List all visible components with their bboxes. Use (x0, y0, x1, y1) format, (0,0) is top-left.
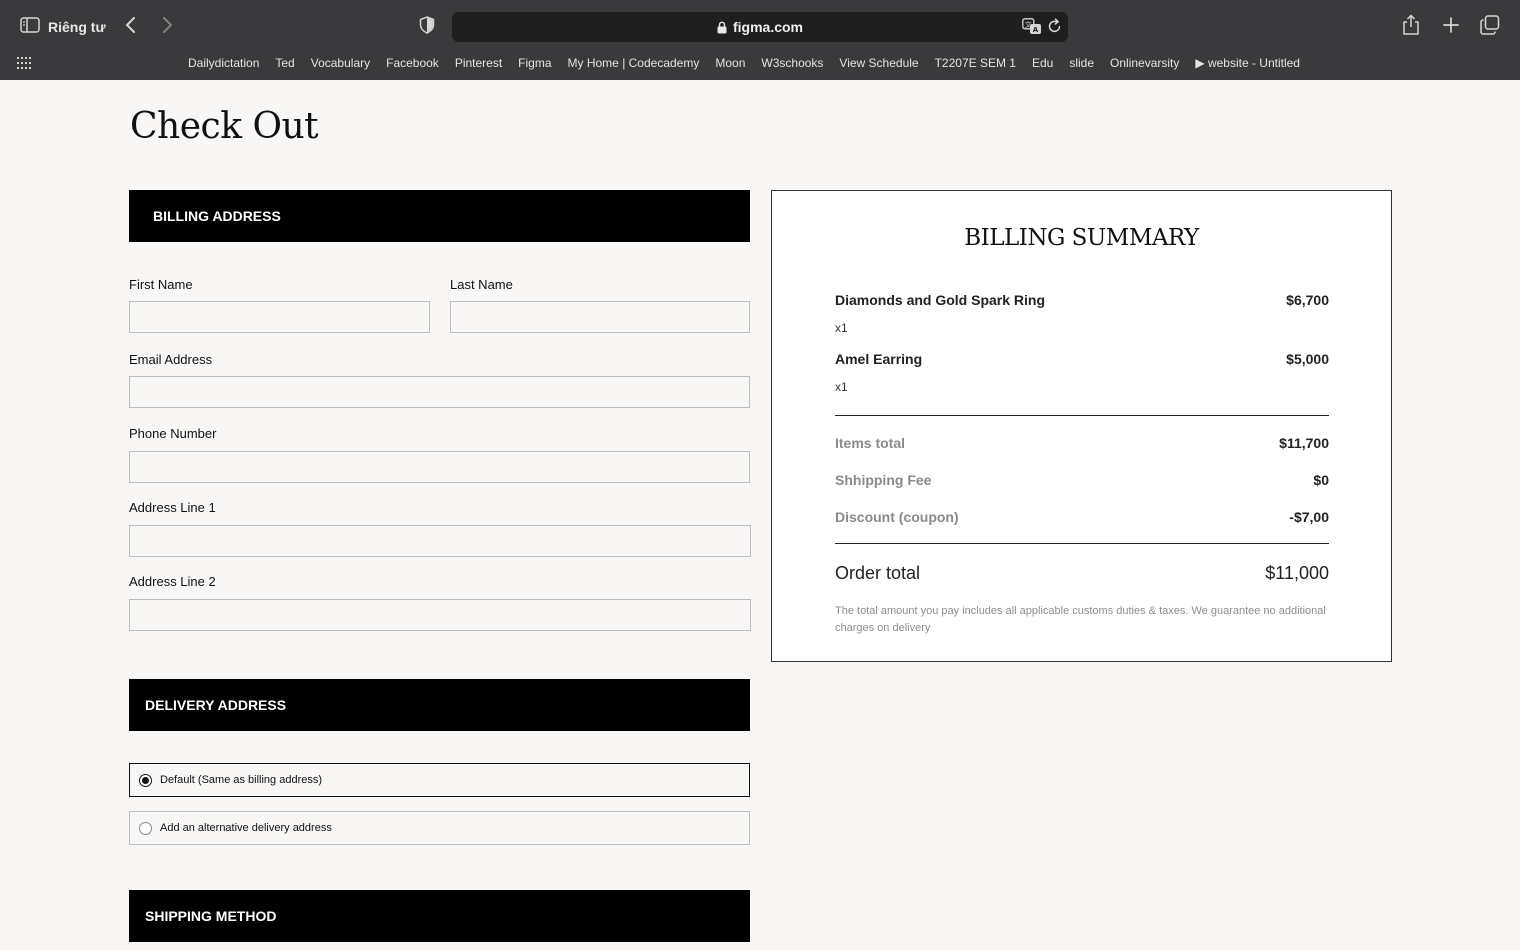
first-name-field[interactable] (129, 301, 430, 333)
shipping-fee-label: Shhipping Fee (835, 472, 932, 488)
bookmark-pinterest[interactable]: Pinterest (447, 56, 510, 70)
translate-icon[interactable]: 文A (1022, 18, 1042, 40)
tab-overview-button[interactable] (1479, 14, 1501, 40)
private-browsing-label: Riêng tư (48, 19, 106, 35)
discount-value: -$7,00 (1289, 509, 1329, 525)
bookmark-vocabulary[interactable]: Vocabulary (303, 56, 378, 70)
bookmark-dailydictation[interactable]: Dailydictation (180, 56, 267, 70)
share-icon (1402, 14, 1420, 41)
item-price: $6,700 (1286, 292, 1329, 308)
address-line-2-label: Address Line 2 (129, 574, 216, 589)
email-label: Email Address (129, 352, 213, 367)
browser-toolbar: Riêng tư figma.com 文A Dailydictation Ted… (0, 0, 1520, 80)
address-line-1-field[interactable] (129, 525, 751, 557)
address-line-2-field[interactable] (129, 599, 751, 631)
reload-icon[interactable] (1047, 18, 1062, 39)
apps-grid-icon[interactable] (16, 56, 32, 70)
items-total-value: $11,700 (1279, 435, 1329, 451)
billing-summary-title: BILLING SUMMARY (964, 225, 1199, 251)
summary-divider (835, 543, 1329, 544)
delivery-address-header: DELIVERY ADDRESS (129, 679, 750, 731)
shield-icon (419, 15, 435, 39)
shipping-method-header: SHIPPING METHOD (129, 890, 750, 942)
radio-unselected-icon[interactable] (139, 821, 152, 835)
bookmark-website-untitled[interactable]: ▶ website - Untitled (1187, 56, 1308, 70)
bookmarks-bar: Dailydictation Ted Vocabulary Facebook P… (180, 56, 1308, 70)
item-quantity: x1 (835, 321, 848, 335)
order-total-row: Order total $11,000 (835, 563, 1329, 584)
share-button[interactable] (1400, 14, 1422, 41)
bookmark-t2207e-sem1[interactable]: T2207E SEM 1 (927, 56, 1024, 70)
delivery-option-default[interactable]: Default (Same as billing address) (129, 763, 750, 797)
address-bar[interactable]: figma.com 文A (452, 12, 1068, 42)
bookmark-facebook[interactable]: Facebook (378, 56, 447, 70)
item-name: Diamonds and Gold Spark Ring (835, 292, 1046, 308)
sidebar-icon (20, 16, 40, 38)
delivery-option-label: Default (Same as billing address) (160, 774, 323, 786)
billing-address-header: BILLING ADDRESS (129, 190, 750, 242)
address-line-1-label: Address Line 1 (129, 500, 216, 515)
first-name-label: First Name (129, 277, 193, 292)
bookmark-onlinevarsity[interactable]: Onlinevarsity (1102, 56, 1187, 70)
back-button[interactable] (120, 16, 140, 38)
order-total-value: $11,000 (1265, 563, 1329, 583)
plus-icon (1442, 16, 1460, 39)
tabs-overview-icon (1480, 14, 1500, 40)
summary-divider (835, 415, 1329, 416)
billing-summary-card: BILLING SUMMARY Diamonds and Gold Spark … (771, 190, 1392, 662)
phone-label: Phone Number (129, 426, 217, 441)
page-title: Check Out (130, 106, 319, 147)
svg-text:A: A (1033, 26, 1039, 34)
sidebar-toggle-button[interactable]: Riêng tư (20, 16, 106, 38)
bookmark-figma[interactable]: Figma (510, 56, 559, 70)
tax-note: The total amount you pay includes all ap… (835, 605, 1326, 634)
bookmark-slide[interactable]: slide (1061, 56, 1102, 70)
bookmark-moon[interactable]: Moon (707, 56, 753, 70)
items-total-label: Items total (835, 435, 906, 451)
delivery-option-alternative[interactable]: Add an alternative delivery address (129, 811, 750, 845)
bookmark-codecademy[interactable]: My Home | Codecademy (560, 56, 708, 70)
bookmark-edu[interactable]: Edu (1024, 56, 1061, 70)
shipping-fee-value: $0 (1313, 472, 1329, 488)
shipping-fee-row: Shhipping Fee $0 (835, 472, 1329, 488)
summary-item-row: Amel Earring $5,000 (835, 351, 1329, 367)
radio-selected-icon[interactable] (139, 773, 152, 787)
last-name-label: Last Name (450, 277, 513, 292)
url-display: figma.com (452, 19, 1068, 37)
new-tab-button[interactable] (1440, 15, 1462, 39)
chevron-right-icon (162, 16, 174, 39)
order-total-label: Order total (835, 563, 921, 583)
email-field[interactable] (129, 376, 750, 408)
url-text: figma.com (732, 19, 803, 35)
bookmark-w3schooks[interactable]: W3schooks (753, 56, 831, 70)
summary-item-row: Diamonds and Gold Spark Ring $6,700 (835, 292, 1329, 308)
discount-row: Discount (coupon) -$7,00 (835, 509, 1329, 525)
discount-label: Discount (coupon) (835, 509, 959, 525)
lock-icon (717, 21, 727, 37)
phone-field[interactable] (129, 451, 750, 483)
forward-button[interactable] (158, 16, 178, 38)
bookmark-ted[interactable]: Ted (267, 56, 302, 70)
last-name-field[interactable] (450, 301, 750, 333)
privacy-report-button[interactable] (417, 15, 437, 39)
items-total-row: Items total $11,700 (835, 435, 1329, 451)
item-name: Amel Earring (835, 351, 923, 367)
item-price: $5,000 (1286, 351, 1329, 367)
delivery-option-label: Add an alternative delivery address (160, 822, 332, 834)
item-quantity: x1 (835, 380, 848, 394)
bookmark-view-schedule[interactable]: View Schedule (831, 56, 926, 70)
chevron-left-icon (124, 16, 136, 39)
